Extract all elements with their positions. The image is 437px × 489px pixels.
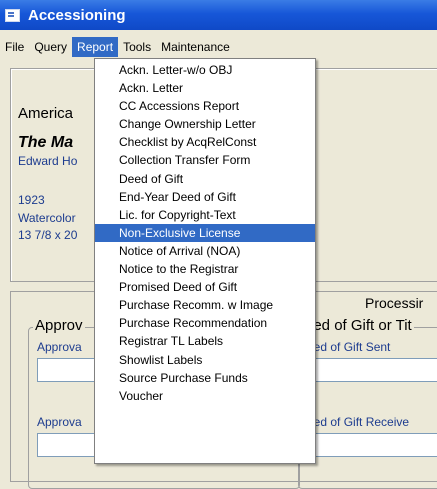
report-menu-item[interactable]: Ackn. Letter-w/o OBJ <box>95 61 315 79</box>
report-menu-item[interactable]: End-Year Deed of Gift <box>95 188 315 206</box>
menu-maintenance[interactable]: Maintenance <box>156 37 235 57</box>
object-nationality: America <box>18 105 74 122</box>
window-title: Accessioning <box>28 6 126 24</box>
report-menu-item[interactable]: CC Accessions Report <box>95 97 315 115</box>
deed-group-label: eed of Gift or Tit <box>303 317 414 334</box>
approval-field-1-label: Approva <box>37 340 82 354</box>
report-menu-item[interactable]: Registrar TL Labels <box>95 332 315 350</box>
report-menu-item[interactable]: Promised Deed of Gift <box>95 278 315 296</box>
object-artist: Edward Ho <box>18 154 78 168</box>
report-menu-item[interactable]: Ackn. Letter <box>95 79 315 97</box>
report-menu-item[interactable]: Notice of Arrival (NOA) <box>95 242 315 260</box>
report-menu-item[interactable]: Purchase Recomm. w Image <box>95 296 315 314</box>
report-menu-item[interactable]: Deed of Gift <box>95 170 315 188</box>
deed-received-label: eed of Gift Receive <box>307 415 410 429</box>
menu-bar: File Query Report Tools Maintenance <box>0 35 437 58</box>
processing-tab-label[interactable]: Processir <box>365 295 423 311</box>
report-menu-item-selected[interactable]: Non-Exclusive License <box>95 223 315 242</box>
report-menu-dropdown: Ackn. Letter-w/o OBJ Ackn. Letter CC Acc… <box>94 58 316 464</box>
menu-query[interactable]: Query <box>29 37 72 57</box>
report-menu-item[interactable]: Source Purchase Funds <box>95 369 315 387</box>
report-menu-item[interactable]: Showlist Labels <box>95 351 315 369</box>
report-menu-item[interactable]: Checklist by AcqRelConst <box>95 133 315 151</box>
menu-file[interactable]: File <box>0 37 29 57</box>
deed-sent-input[interactable] <box>307 358 437 382</box>
deed-received-input[interactable] <box>307 433 437 457</box>
object-dimensions: 13 7/8 x 20 <box>18 228 78 242</box>
report-menu-item[interactable]: Lic. for Copyright-Text <box>95 206 315 224</box>
object-title: The Ma <box>18 134 74 151</box>
deed-sent-label: eed of Gift Sent <box>307 340 391 354</box>
report-menu-item[interactable]: Voucher <box>95 387 315 405</box>
approval-field-2-label: Approva <box>37 415 82 429</box>
title-bar: Accessioning <box>0 0 437 30</box>
app-icon <box>5 8 20 22</box>
report-menu-item[interactable]: Notice to the Registrar <box>95 260 315 278</box>
menu-tools[interactable]: Tools <box>118 37 156 57</box>
approval-group-label: Approv <box>33 317 85 334</box>
report-menu-item[interactable]: Purchase Recommendation <box>95 314 315 332</box>
report-menu-item[interactable]: Change Ownership Letter <box>95 115 315 133</box>
object-medium: Watercolor <box>18 211 76 225</box>
menu-report[interactable]: Report <box>72 36 119 57</box>
report-menu-item[interactable]: Collection Transfer Form <box>95 151 315 169</box>
object-date: 1923 <box>18 193 45 207</box>
